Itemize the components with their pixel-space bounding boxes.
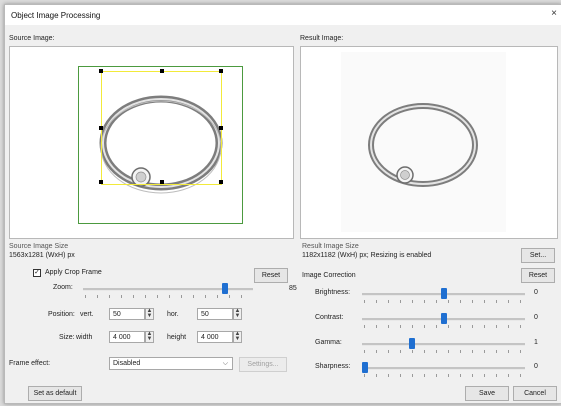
crop-handle-bottom-right[interactable] (219, 180, 223, 184)
hor-label: hor. (167, 311, 179, 318)
zoom-slider-ticks (85, 295, 251, 298)
frame-effect-label: Frame effect: (9, 360, 51, 367)
correction-slider-value: 0 (534, 289, 538, 296)
vert-input[interactable]: 50 (109, 308, 145, 320)
image-correction-title: Image Correction (302, 272, 356, 279)
dialog-window: Object Image Processing × Source Image: … (4, 4, 561, 404)
crop-handle-bottom-left[interactable] (99, 180, 103, 184)
save-button[interactable]: Save (465, 386, 509, 401)
correction-slider-track[interactable] (362, 367, 525, 370)
correction-slider-track[interactable] (362, 343, 525, 346)
height-input[interactable]: 4 000 (197, 331, 233, 343)
result-ring-image (368, 103, 478, 187)
correction-slider-label: Contrast: (315, 314, 344, 321)
source-size-value: 1563x1281 (WxH) px (9, 252, 75, 259)
source-image-label: Source Image: (9, 35, 55, 42)
frame-effect-value: Disabled (113, 360, 141, 367)
correction-slider-label: Brightness: (315, 289, 351, 296)
crop-reset-button[interactable]: Reset (254, 268, 288, 283)
correction-slider-label: Gamma: (315, 339, 342, 346)
width-spinner[interactable]: ▲ ▼ (145, 331, 154, 343)
result-image-label: Result Image: (300, 35, 344, 42)
hor-spinner[interactable]: ▲ ▼ (233, 308, 242, 320)
source-image-panel (9, 46, 294, 239)
apply-crop-label: Apply Crop Frame (45, 269, 102, 276)
crop-handle-right[interactable] (219, 126, 223, 130)
correction-slider-thumb[interactable] (440, 288, 447, 299)
zoom-label: Zoom: (53, 284, 73, 291)
correction-slider-value: 0 (534, 363, 538, 370)
hor-input[interactable]: 50 (197, 308, 233, 320)
set-size-button[interactable]: Set... (521, 248, 555, 263)
title-bar: Object Image Processing × (5, 5, 561, 25)
apply-crop-checkbox[interactable]: ✓ (33, 269, 41, 277)
frame-effect-select[interactable]: Disabled ⌵ (109, 357, 233, 370)
result-size-value: 1182x1182 (WxH) px; Resizing is enabled (302, 252, 432, 259)
correction-slider-value: 0 (534, 314, 538, 321)
correction-slider-thumb[interactable] (362, 362, 368, 373)
width-label: width (76, 334, 93, 341)
crop-handle-top-left[interactable] (99, 69, 103, 73)
correction-slider-thumb[interactable] (409, 338, 416, 349)
source-size-title: Source Image Size (9, 243, 69, 250)
height-label: height (167, 334, 187, 341)
correction-slider-ticks (364, 325, 523, 328)
correction-slider-ticks (364, 350, 523, 353)
zoom-slider-thumb[interactable] (222, 283, 229, 294)
chevron-down-icon: ⌵ (222, 360, 228, 367)
vert-label: vert. (80, 311, 94, 318)
result-size-title: Result Image Size (302, 243, 359, 250)
correction-slider-ticks (364, 300, 523, 303)
cancel-button[interactable]: Cancel (513, 386, 557, 401)
close-button[interactable]: × (551, 8, 557, 19)
set-as-default-button[interactable]: Set as default (28, 386, 82, 401)
crop-handle-bottom[interactable] (160, 180, 164, 184)
correction-slider-ticks (364, 374, 523, 377)
crop-frame[interactable] (99, 69, 223, 185)
height-spinner[interactable]: ▲ ▼ (233, 331, 242, 343)
crop-handle-top-right[interactable] (219, 69, 223, 73)
zoom-value: 85 (289, 285, 297, 292)
correction-slider-thumb[interactable] (440, 313, 447, 324)
correction-slider-label: Sharpness: (315, 363, 351, 370)
crop-handle-top[interactable] (160, 69, 164, 73)
result-image-area (341, 52, 506, 232)
settings-button[interactable]: Settings... (239, 357, 287, 372)
crop-handle-left[interactable] (99, 126, 103, 130)
result-image-panel (300, 46, 558, 239)
correction-slider-value: 1 (534, 339, 538, 346)
vert-spinner[interactable]: ▲ ▼ (145, 308, 154, 320)
size-label: Size: (59, 334, 75, 341)
window-title: Object Image Processing (11, 11, 101, 20)
position-label: Position: (48, 311, 75, 318)
correction-reset-button[interactable]: Reset (521, 268, 555, 283)
width-input[interactable]: 4 000 (109, 331, 145, 343)
